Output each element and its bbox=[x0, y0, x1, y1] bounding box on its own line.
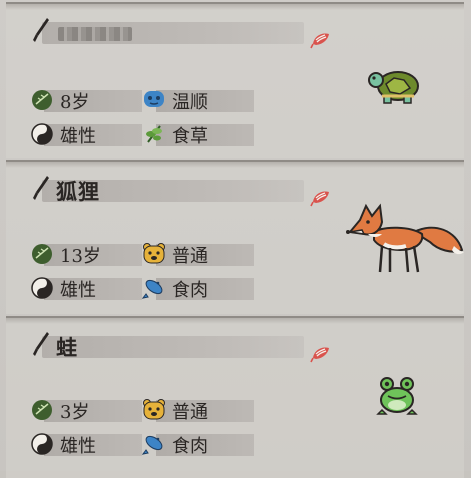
diet-value: 食肉 bbox=[172, 280, 208, 301]
animal-name: 狐狸 bbox=[56, 179, 100, 204]
animal-card[interactable]: 8岁 温顺 雄性 食草 bbox=[6, 2, 464, 158]
name-row bbox=[30, 16, 329, 49]
plant-icon bbox=[146, 125, 162, 143]
stat-diet: 食肉 bbox=[142, 430, 254, 457]
yin-yang-icon bbox=[31, 277, 53, 299]
card-divider bbox=[6, 318, 464, 324]
animal-card[interactable]: 狐狸 13岁 普通 雄性 食肉 bbox=[6, 160, 464, 314]
stat-diet: 食草 bbox=[142, 120, 254, 147]
stat-age: 13岁 bbox=[30, 240, 142, 267]
feather-icon[interactable] bbox=[310, 344, 332, 364]
card-divider bbox=[6, 4, 464, 10]
fox-sprite bbox=[346, 203, 464, 273]
name-obscured bbox=[58, 27, 132, 41]
blue-face-icon bbox=[144, 91, 164, 107]
bear-face-icon bbox=[143, 243, 165, 264]
age-value: 8岁 bbox=[60, 92, 90, 113]
temperament-value: 普通 bbox=[172, 246, 208, 267]
temperament-value: 温顺 bbox=[172, 92, 208, 113]
stat-sex: 雄性 bbox=[30, 430, 142, 457]
sex-value: 雄性 bbox=[60, 436, 96, 457]
age-leaf-icon bbox=[32, 244, 52, 264]
card-divider bbox=[6, 162, 464, 168]
brush-icon[interactable] bbox=[30, 174, 52, 202]
animal-name: 蛙 bbox=[56, 335, 78, 360]
age-value: 3岁 bbox=[60, 402, 90, 423]
stat-age: 8岁 bbox=[30, 86, 142, 113]
stat-temperament: 普通 bbox=[142, 240, 254, 267]
yin-yang-icon bbox=[31, 123, 53, 145]
stat-diet: 食肉 bbox=[142, 274, 254, 301]
brush-icon[interactable] bbox=[30, 16, 52, 44]
name-field[interactable] bbox=[42, 336, 304, 358]
sex-value: 雄性 bbox=[60, 126, 96, 147]
name-row: 蛙 bbox=[30, 330, 329, 363]
frog-sprite bbox=[376, 377, 418, 415]
temperament-value: 普通 bbox=[172, 402, 208, 423]
turtle-sprite bbox=[368, 71, 419, 104]
animal-list-panel: 8岁 温顺 雄性 食草 狐狸 13岁 普通 雄性 食肉 蛙 3岁 普通 雄性 食… bbox=[0, 0, 471, 478]
fish-icon bbox=[142, 279, 163, 299]
age-leaf-icon bbox=[32, 400, 52, 420]
animal-card[interactable]: 蛙 3岁 普通 雄性 食肉 bbox=[6, 316, 464, 478]
stat-temperament: 温顺 bbox=[142, 86, 254, 113]
yin-yang-icon bbox=[31, 433, 53, 455]
brush-icon[interactable] bbox=[30, 330, 52, 358]
name-row: 狐狸 bbox=[30, 174, 329, 207]
stat-sex: 雄性 bbox=[30, 274, 142, 301]
stat-sex: 雄性 bbox=[30, 120, 142, 147]
age-value: 13岁 bbox=[60, 246, 101, 267]
sex-value: 雄性 bbox=[60, 280, 96, 301]
diet-value: 食草 bbox=[172, 126, 208, 147]
feather-icon[interactable] bbox=[310, 188, 332, 208]
age-leaf-icon bbox=[32, 90, 52, 110]
diet-value: 食肉 bbox=[172, 436, 208, 457]
fish-icon bbox=[142, 435, 163, 455]
feather-icon[interactable] bbox=[310, 30, 332, 50]
stat-temperament: 普通 bbox=[142, 396, 254, 423]
stat-age: 3岁 bbox=[30, 396, 142, 423]
bear-face-icon bbox=[143, 399, 165, 420]
